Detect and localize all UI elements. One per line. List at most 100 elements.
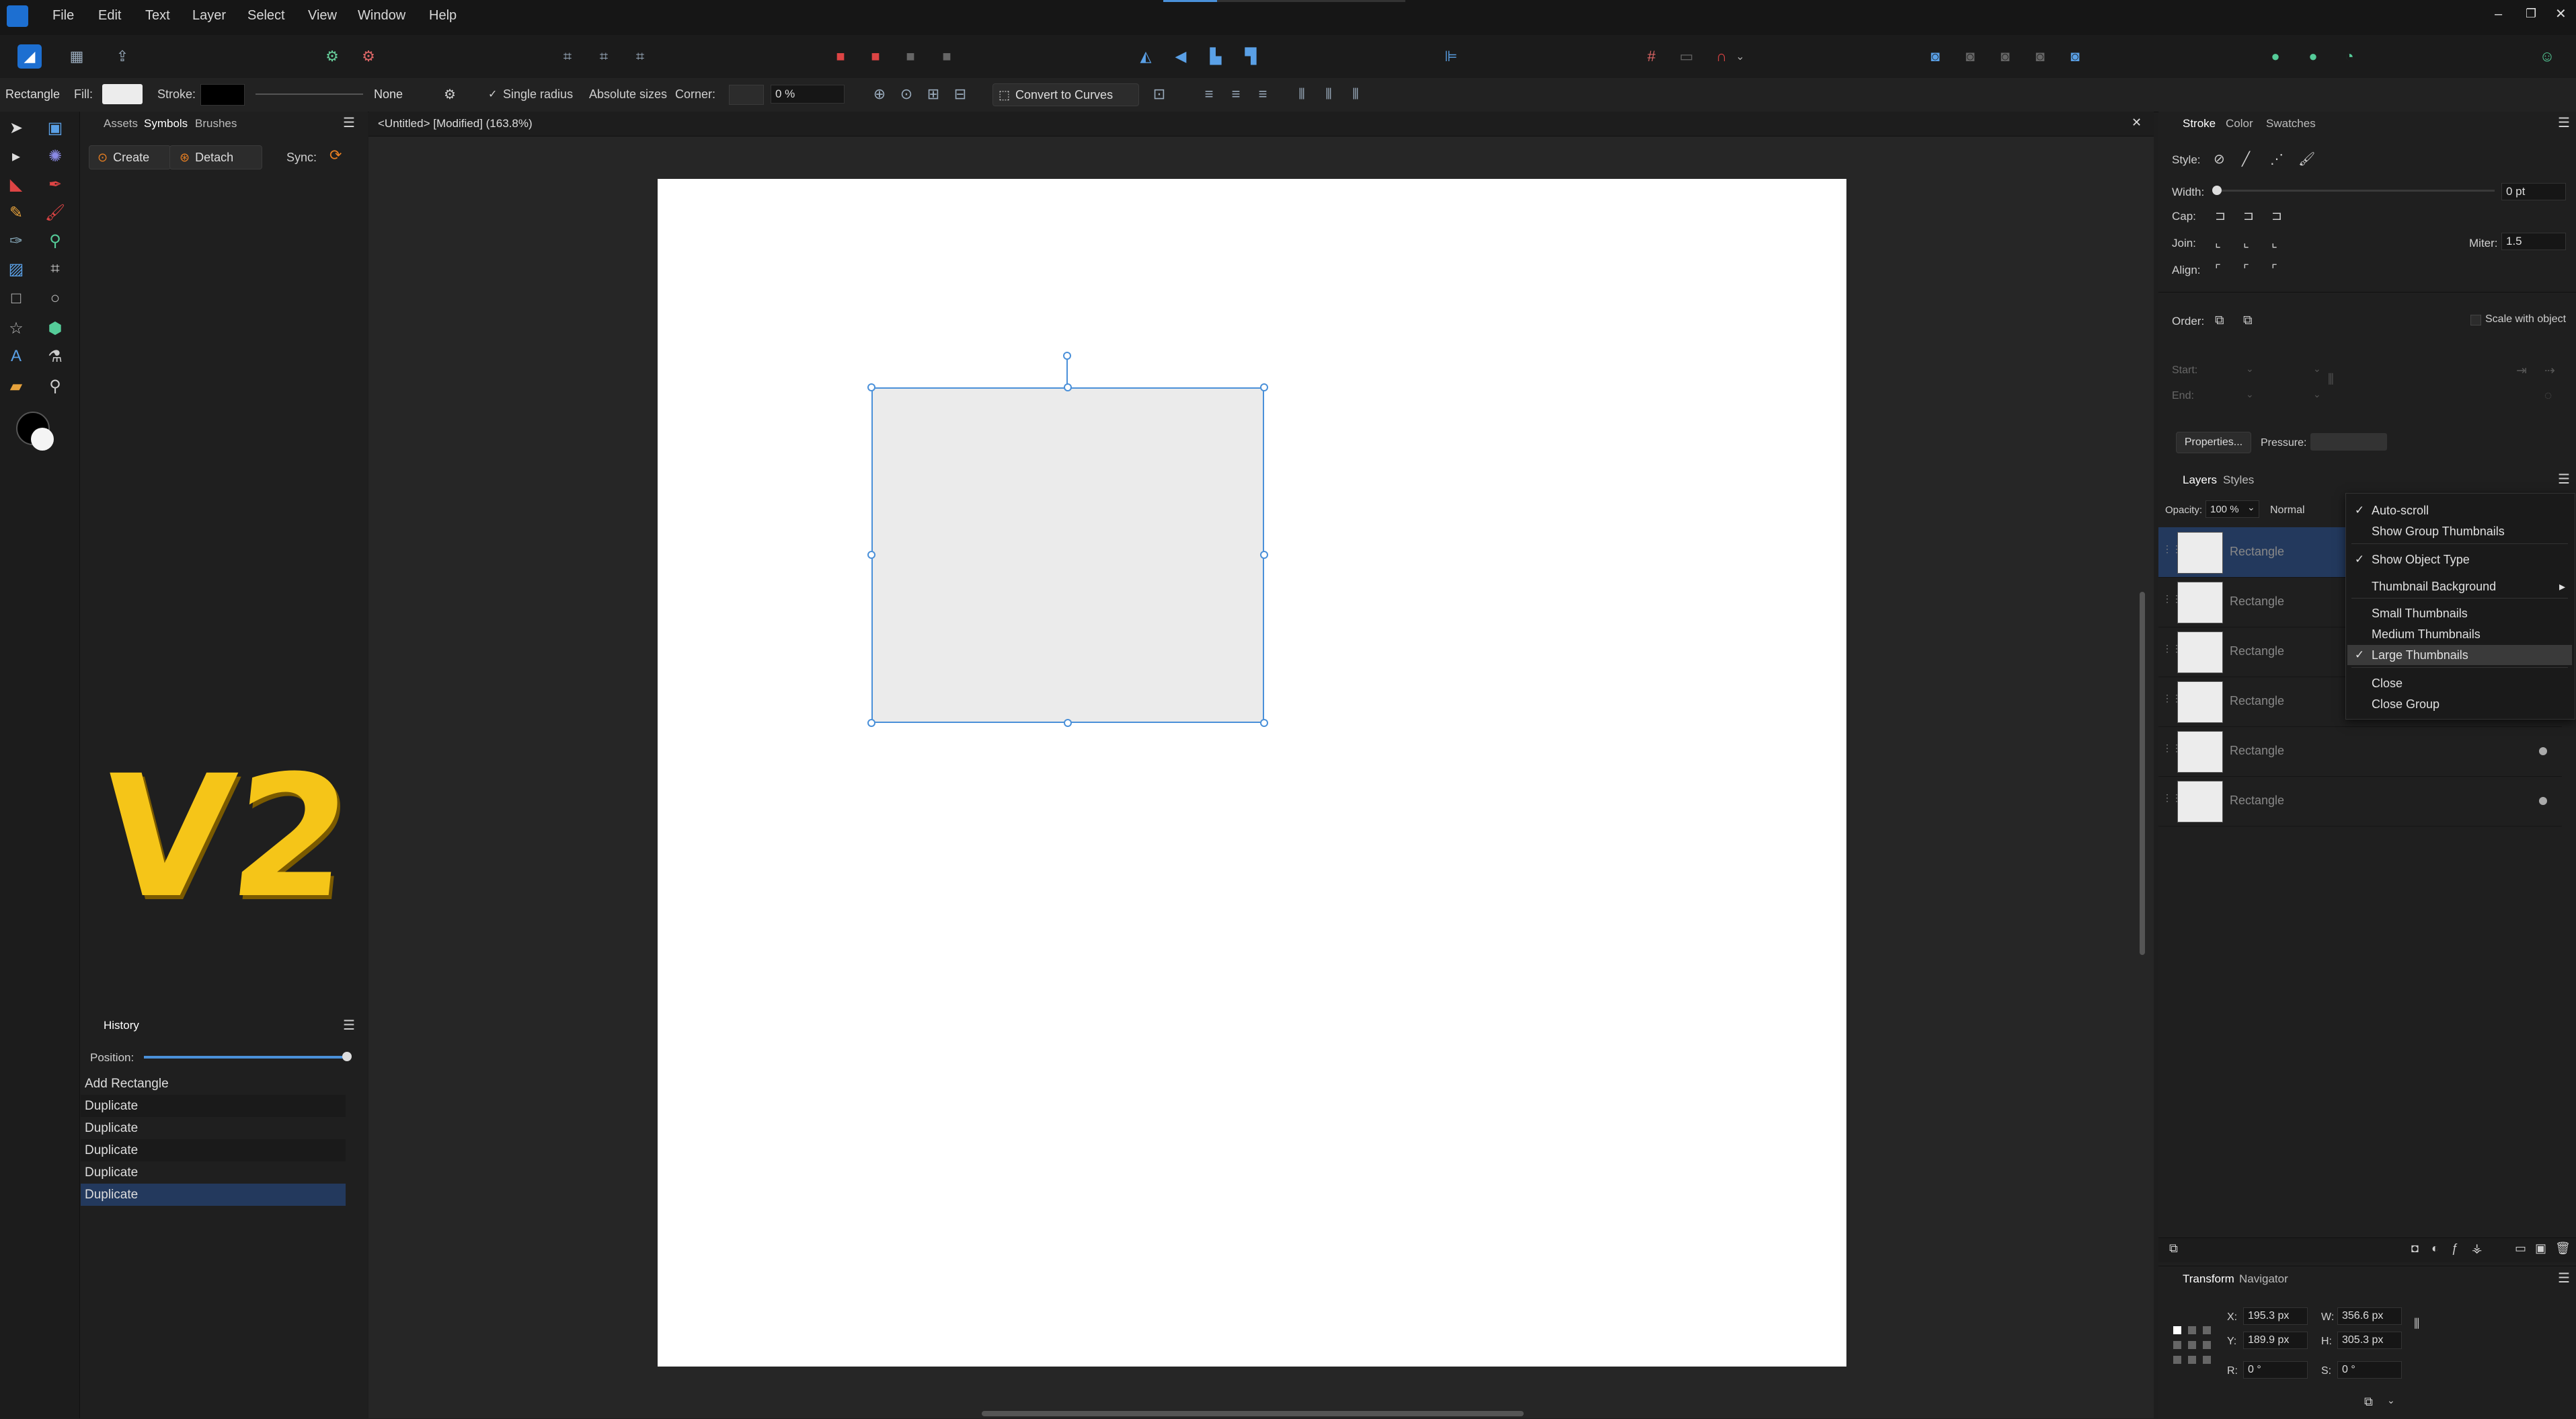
boolean-xor-icon[interactable]: ◙ bbox=[2028, 44, 2052, 69]
resize-handle-top[interactable] bbox=[1064, 383, 1072, 391]
boolean-divide-icon[interactable]: ◙ bbox=[2063, 44, 2087, 69]
convert-to-curves-button[interactable]: ⬚ Convert to Curves bbox=[992, 83, 1139, 106]
transform-origin-alt-icon[interactable]: ⊙ bbox=[894, 82, 919, 106]
tab-stroke[interactable]: Stroke bbox=[2183, 117, 2216, 130]
resize-handle-bottom[interactable] bbox=[1064, 719, 1072, 727]
restore-icon[interactable]: ❐ bbox=[2526, 7, 2536, 21]
resize-handle-left[interactable] bbox=[867, 551, 875, 559]
link-icon[interactable]: ⫼ bbox=[2328, 373, 2334, 387]
stroke-swatch[interactable] bbox=[200, 84, 245, 106]
fill-color-well[interactable] bbox=[31, 428, 54, 451]
end-arrowhead-dropdown-icon[interactable]: ⌄ bbox=[2246, 389, 2254, 400]
artboard-tool-icon[interactable]: ▣ bbox=[43, 116, 67, 140]
scale-with-object-checkbox[interactable] bbox=[2470, 315, 2481, 325]
snap-center-icon[interactable]: ⌗ bbox=[628, 44, 652, 69]
tab-layers[interactable]: Layers bbox=[2183, 473, 2217, 487]
style-solid-icon[interactable]: ╱ bbox=[2242, 151, 2250, 167]
history-item[interactable]: Duplicate bbox=[81, 1117, 346, 1139]
blend-mode-dropdown[interactable]: Normal bbox=[2270, 504, 2305, 516]
h-field[interactable]: 305.3 px bbox=[2337, 1332, 2402, 1349]
history-item[interactable]: Duplicate bbox=[81, 1161, 346, 1184]
corner-type-dropdown[interactable] bbox=[729, 85, 764, 105]
tab-symbols[interactable]: Symbols bbox=[144, 117, 188, 130]
panel-menu-icon[interactable]: ☰ bbox=[343, 114, 355, 131]
vector-brush-tool-icon[interactable]: 🖌 bbox=[43, 200, 67, 225]
boolean-intersect-icon[interactable]: ◙ bbox=[1993, 44, 2017, 69]
align-inside-stroke-icon[interactable]: ⌜ bbox=[2243, 262, 2249, 278]
corner-value-field[interactable]: 0 % bbox=[771, 85, 845, 104]
artboard[interactable] bbox=[658, 179, 1846, 1367]
align-outside-stroke-icon[interactable]: ⌜ bbox=[2271, 262, 2277, 278]
move-to-front-icon[interactable]: ■ bbox=[935, 44, 959, 69]
stroke-style-value[interactable]: None bbox=[374, 87, 403, 102]
history-item[interactable]: Add Rectangle bbox=[81, 1073, 346, 1095]
stroke-settings-gear-icon[interactable]: ⚙ bbox=[444, 86, 456, 103]
menu-item[interactable]: Small Thumbnails bbox=[2347, 603, 2572, 623]
arrow-settings-icon[interactable]: ◌ bbox=[2544, 389, 2552, 404]
menu-item[interactable]: Show Group Thumbnails bbox=[2347, 521, 2572, 541]
styles-icon[interactable]: ● bbox=[2301, 44, 2325, 69]
miter-field[interactable]: 1.5 bbox=[2501, 233, 2566, 250]
menu-window[interactable]: Window bbox=[358, 8, 405, 24]
selected-rectangle[interactable] bbox=[871, 387, 1264, 723]
swap-arrow-icon[interactable]: ⇥ bbox=[2516, 363, 2527, 379]
join-bevel-icon[interactable]: ⌞ bbox=[2271, 235, 2277, 251]
menu-item[interactable]: Close Group bbox=[2347, 694, 2572, 714]
rotate-left-icon[interactable]: ▙ bbox=[1204, 44, 1228, 69]
pixel-persona-icon[interactable]: ▦ bbox=[65, 44, 89, 69]
tab-swatches[interactable]: Swatches bbox=[2266, 117, 2316, 130]
detach-symbol-button[interactable]: ⊛ Detach bbox=[169, 145, 262, 169]
rotation-handle[interactable] bbox=[1063, 352, 1071, 360]
document-tab[interactable] bbox=[368, 112, 2154, 137]
pressure-curve[interactable] bbox=[2310, 433, 2387, 451]
cap-round-icon[interactable]: ⊐ bbox=[2243, 208, 2254, 224]
resize-handle-bottom-right[interactable] bbox=[1260, 719, 1268, 727]
history-item[interactable]: Duplicate bbox=[81, 1184, 346, 1206]
menu-edit[interactable]: Edit bbox=[98, 8, 121, 24]
absolute-sizes-label[interactable]: Absolute sizes bbox=[589, 87, 667, 102]
fill-swatch[interactable] bbox=[102, 84, 143, 104]
delete-layer-icon[interactable]: 🗑 bbox=[2555, 1241, 2571, 1256]
menu-layer[interactable]: Layer bbox=[192, 8, 226, 24]
layer-row[interactable]: ⋮⋮ Rectangle bbox=[2158, 776, 2562, 827]
transform-options-dropdown-icon[interactable]: ⌄ bbox=[2387, 1395, 2395, 1406]
single-radius-label[interactable]: Single radius bbox=[503, 87, 573, 102]
align-center-stroke-icon[interactable]: ⌜ bbox=[2215, 262, 2221, 278]
export-persona-icon[interactable]: ⇪ bbox=[110, 44, 134, 69]
style-none-icon[interactable]: ⊘ bbox=[2214, 151, 2225, 167]
settings-gear-icon[interactable]: ⚙ bbox=[320, 44, 344, 69]
transform-scale-icon[interactable]: ⊞ bbox=[921, 82, 945, 106]
menu-file[interactable]: File bbox=[52, 8, 74, 24]
menu-text[interactable]: Text bbox=[145, 8, 170, 24]
menu-item[interactable]: Medium Thumbnails bbox=[2347, 624, 2572, 644]
text-tool-icon[interactable]: A bbox=[4, 344, 28, 369]
tab-assets[interactable]: Assets bbox=[104, 117, 138, 130]
ruler-tool-icon[interactable]: ▰ bbox=[4, 374, 28, 398]
adjustment-icon[interactable]: ◐ bbox=[2431, 1241, 2439, 1256]
designer-persona-icon[interactable]: ◢ bbox=[17, 44, 42, 69]
fx-icon[interactable]: ƒ bbox=[2452, 1241, 2458, 1256]
align-bottom-icon[interactable]: ⫴ bbox=[1343, 82, 1368, 106]
align-left-icon[interactable]: ≡ bbox=[1197, 82, 1221, 106]
transform-options-icon[interactable]: ⧉ bbox=[2364, 1395, 2373, 1409]
grid-icon[interactable]: # bbox=[1639, 44, 1664, 69]
history-item[interactable]: Duplicate bbox=[81, 1095, 346, 1117]
snap-icon[interactable]: ⌗ bbox=[555, 44, 580, 69]
live-filter-icon[interactable]: ⚶ bbox=[2472, 1241, 2482, 1256]
star-tool-icon[interactable]: ☆ bbox=[4, 316, 28, 340]
document-close-icon[interactable]: ✕ bbox=[2132, 116, 2142, 130]
tab-styles[interactable]: Styles bbox=[2223, 473, 2254, 487]
create-symbol-button[interactable]: ⊙ Create bbox=[89, 145, 171, 169]
order-behind-icon[interactable]: ⧉ bbox=[2215, 313, 2224, 328]
color-wheel-icon[interactable]: ◔ bbox=[2337, 44, 2362, 69]
width-slider[interactable] bbox=[2212, 186, 2495, 195]
flip-vertical-icon[interactable]: ◀ bbox=[1169, 44, 1193, 69]
rotate-right-icon[interactable]: ▜ bbox=[1239, 44, 1263, 69]
shape-tool-icon[interactable]: ⬢ bbox=[43, 316, 67, 340]
resize-handle-right[interactable] bbox=[1260, 551, 1268, 559]
close-icon[interactable]: ✕ bbox=[2555, 5, 2567, 22]
shear-field[interactable]: 0 ° bbox=[2337, 1361, 2402, 1379]
horizontal-scrollbar[interactable] bbox=[982, 1411, 1524, 1416]
pen-tool-icon[interactable]: ✒ bbox=[43, 172, 67, 196]
tab-navigator[interactable]: Navigator bbox=[2239, 1272, 2288, 1286]
